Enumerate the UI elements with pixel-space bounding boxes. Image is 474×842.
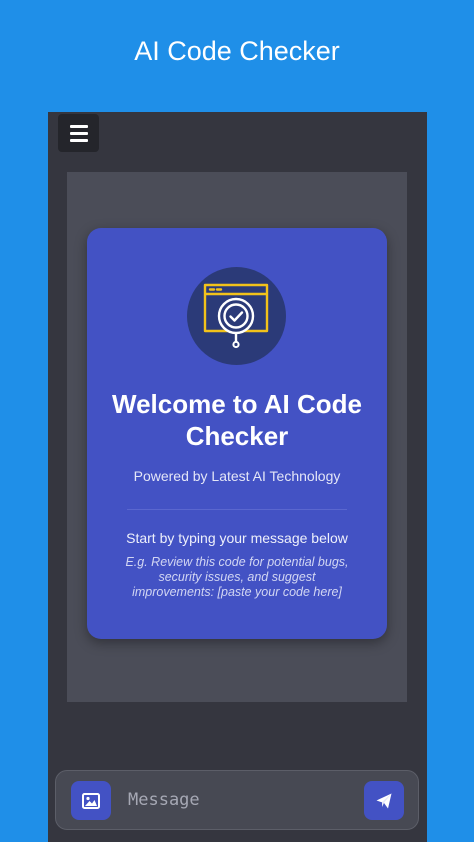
menu-button[interactable] xyxy=(58,114,99,152)
logo xyxy=(187,267,286,365)
welcome-card: Welcome to AI Code Checker Powered by La… xyxy=(87,228,387,639)
divider xyxy=(127,509,347,510)
app-window: Welcome to AI Code Checker Powered by La… xyxy=(48,112,427,842)
chat-area: Welcome to AI Code Checker Powered by La… xyxy=(67,172,407,702)
send-icon xyxy=(376,793,392,808)
message-input[interactable] xyxy=(128,785,348,815)
image-icon xyxy=(82,792,100,809)
start-instructions: Start by typing your message below xyxy=(126,530,348,546)
code-check-icon xyxy=(203,283,269,349)
welcome-title: Welcome to AI Code Checker xyxy=(112,389,362,451)
attach-image-button[interactable] xyxy=(71,781,111,820)
app-title: AI Code Checker xyxy=(134,36,340,66)
message-composer xyxy=(55,770,419,830)
send-button[interactable] xyxy=(364,781,404,820)
example-prompt: E.g. Review this code for potential bugs… xyxy=(125,555,349,599)
welcome-subtitle: Powered by Latest AI Technology xyxy=(133,468,341,484)
hamburger-icon xyxy=(69,124,88,142)
